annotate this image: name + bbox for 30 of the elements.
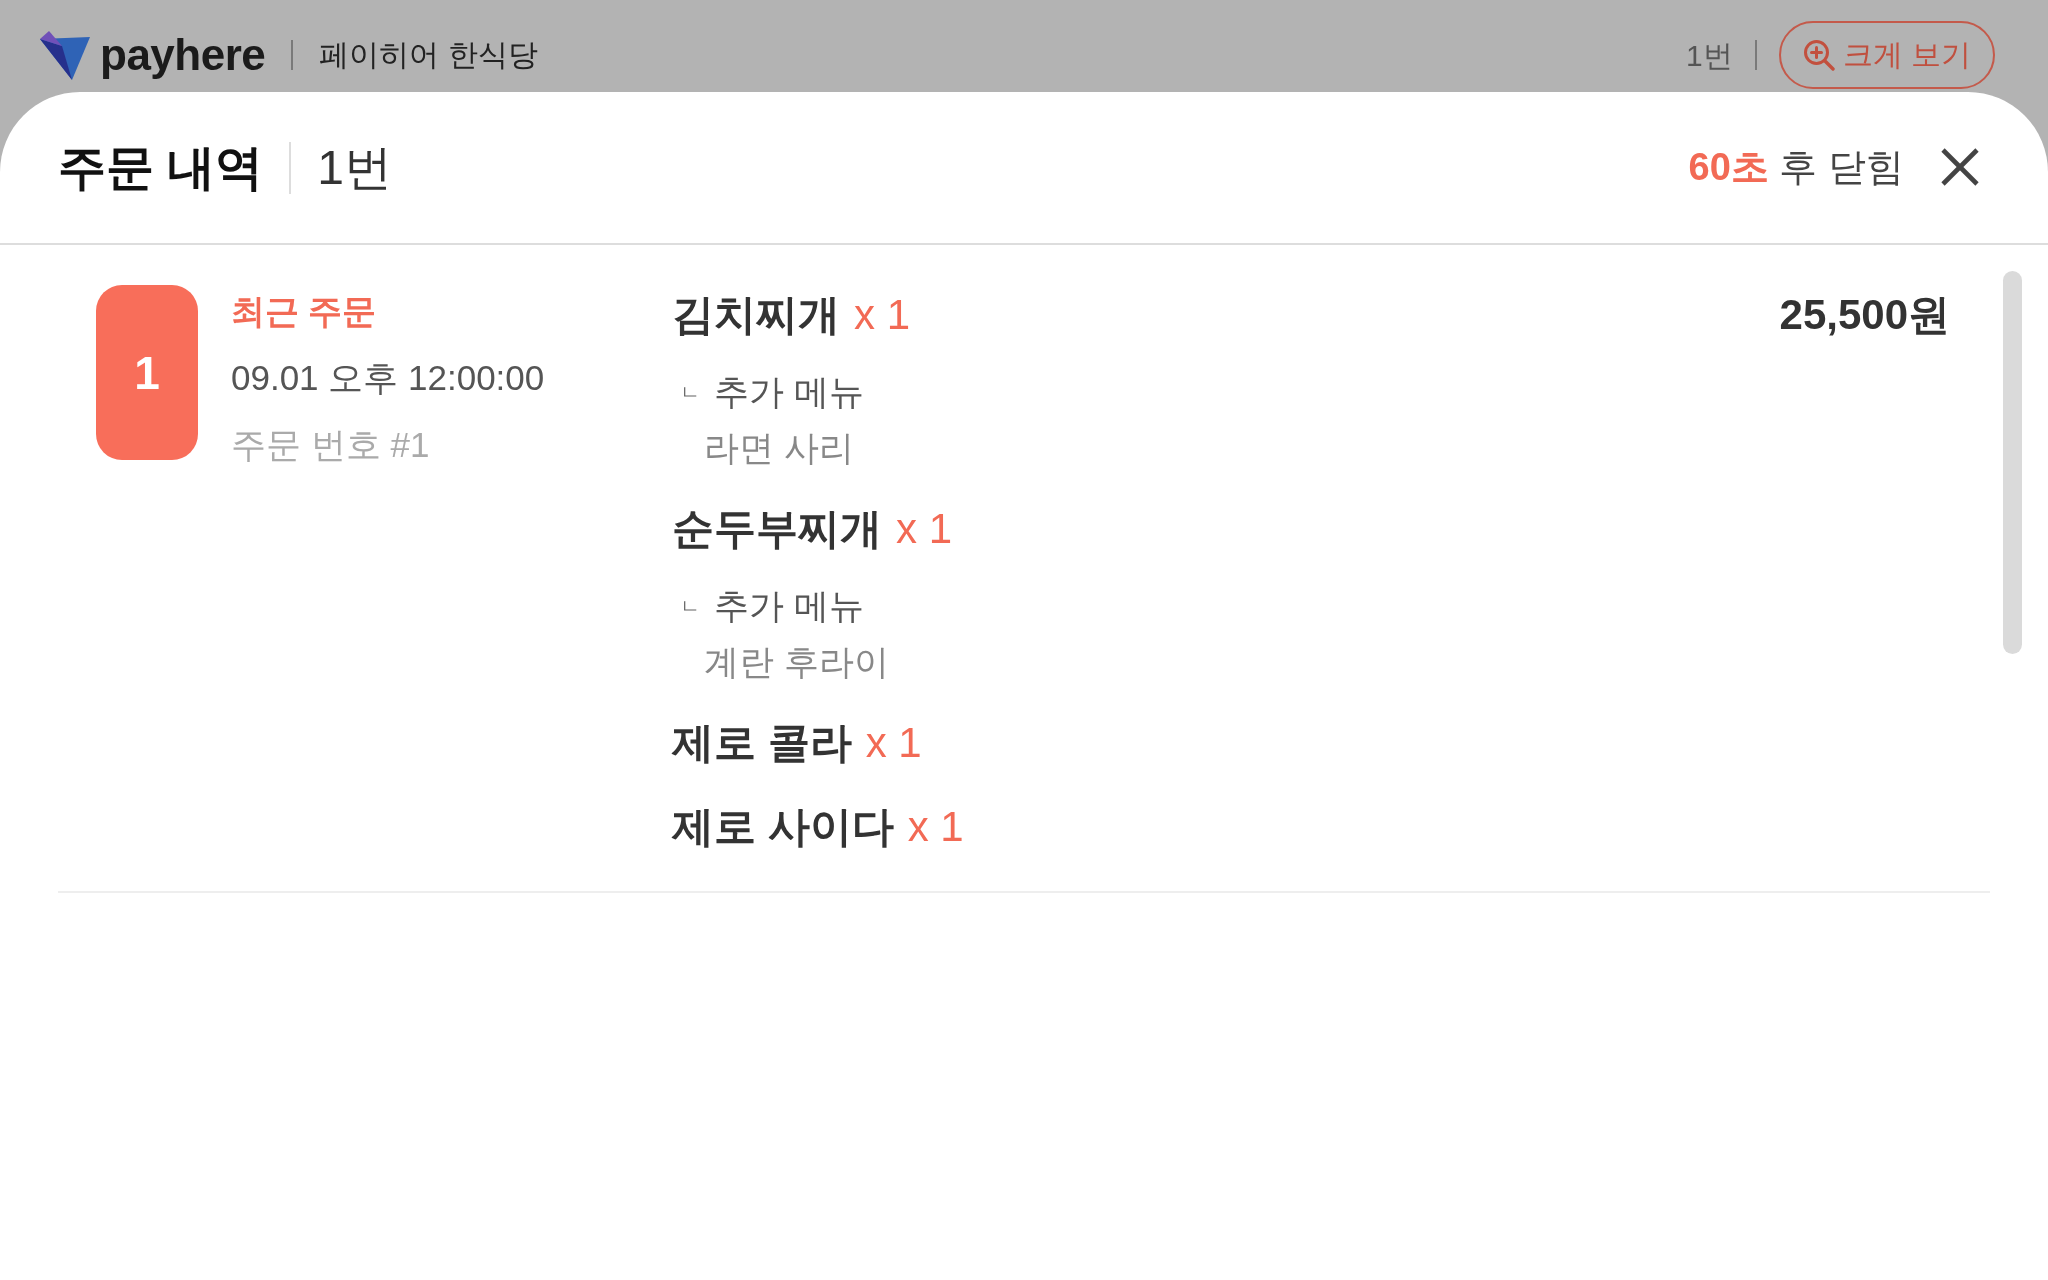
menu-item-quantity: x 1 xyxy=(854,290,911,340)
logo-icon xyxy=(40,30,90,80)
order-number: 주문 번호 #1 xyxy=(231,424,430,466)
sheet-title: 주문 내역 xyxy=(58,139,264,196)
auto-close-timer: 60초 후 닫힘 xyxy=(1688,144,1904,190)
menu-item-name: 순두부찌개 xyxy=(672,504,882,554)
brand-name: payhere xyxy=(100,28,266,81)
order-status: 최근 주문 xyxy=(231,291,377,332)
menu-item-name: 제로 콜라 xyxy=(672,718,852,768)
scrollbar[interactable] xyxy=(2003,271,2022,654)
order-number-badge: 1 xyxy=(96,285,198,460)
menu-item-quantity: x 1 xyxy=(865,718,922,768)
menu-item-name: 제로 사이다 xyxy=(672,802,894,852)
zoom-button[interactable]: 크게 보기 xyxy=(1778,21,1995,89)
option-marker: ㄴ xyxy=(680,380,700,405)
zoom-in-icon xyxy=(1802,39,1835,71)
order-total: 25,500원 xyxy=(1779,290,1950,340)
table-number: 1번 xyxy=(317,139,393,196)
menu-item-quantity: x 1 xyxy=(907,802,964,852)
close-icon[interactable] xyxy=(1940,147,1980,188)
option-choice: 라면 사리 xyxy=(704,427,854,469)
menu-item-name: 김치찌개 xyxy=(672,290,840,340)
option-group: 추가 메뉴 xyxy=(714,581,864,631)
store-name: 페이히어 한식당 xyxy=(319,37,538,74)
option-group: 추가 메뉴 xyxy=(714,367,864,417)
option-marker: ㄴ xyxy=(680,594,700,619)
table-number: 1번 xyxy=(1685,37,1733,74)
option-choice: 계란 후라이 xyxy=(704,641,889,683)
order-time: 09.01 오후 12:00:00 xyxy=(231,357,545,399)
menu-item-quantity: x 1 xyxy=(896,504,953,554)
